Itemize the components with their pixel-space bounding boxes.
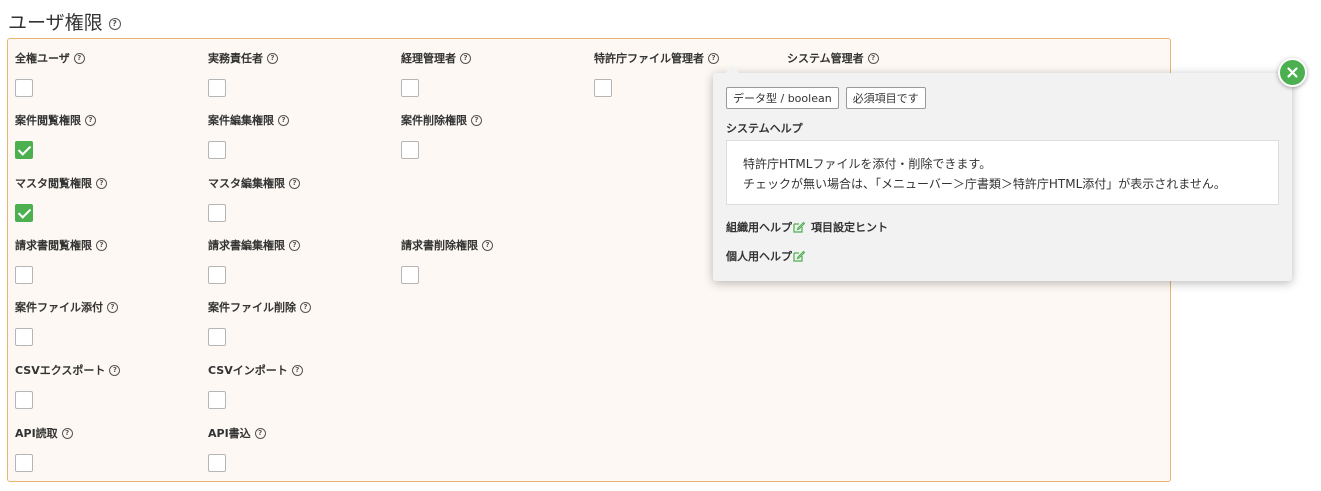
edit-icon[interactable] — [793, 221, 805, 233]
practice-manager-checkbox[interactable] — [208, 79, 226, 97]
field-csv-export: CSVエクスポート? — [15, 362, 121, 409]
case-file-attach-checkbox[interactable] — [15, 328, 33, 346]
field-case-delete: 案件削除権限? — [401, 112, 482, 159]
field-invoice-view: 請求書閲覧権限? — [15, 237, 107, 284]
personal-help-label: 個人用ヘルプ — [726, 250, 792, 263]
field-label: 特許庁ファイル管理者? — [594, 50, 719, 66]
field-accounting-manager: 経理管理者? — [401, 50, 471, 97]
field-label: 請求書閲覧権限? — [15, 237, 107, 253]
master-edit-checkbox[interactable] — [208, 204, 226, 222]
case-file-delete-checkbox[interactable] — [208, 328, 226, 346]
field-label: 案件閲覧権限? — [15, 112, 96, 128]
field-jpo-file-manager: 特許庁ファイル管理者? — [594, 50, 719, 97]
org-help-label: 組織用ヘルプ — [726, 221, 792, 234]
help-popover: データ型 / boolean 必須項目です システムヘルプ 特許庁HTMLファイ… — [713, 66, 1292, 281]
field-label: CSVインポート? — [208, 362, 303, 378]
page-title-text: ユーザ権限 — [8, 12, 103, 34]
help-icon[interactable]: ? — [708, 52, 719, 64]
field-case-file-delete: 案件ファイル削除? — [208, 299, 311, 346]
personal-help-row: 個人用ヘルプ — [726, 248, 805, 264]
org-help-row: 組織用ヘルプ 項目設定ヒント — [726, 219, 888, 235]
system-help-box: 特許庁HTMLファイルを添付・削除できます。 チェックが無い場合は、「メニューバ… — [726, 140, 1279, 205]
help-icon[interactable]: ? — [96, 239, 107, 251]
field-practice-manager: 実務責任者? — [208, 50, 278, 97]
help-icon[interactable]: ? — [289, 177, 300, 189]
field-invoice-delete: 請求書削除権限? — [401, 237, 493, 284]
accounting-manager-checkbox[interactable] — [401, 79, 419, 97]
close-popover-button[interactable] — [1278, 58, 1307, 87]
full-user-checkbox[interactable] — [15, 79, 33, 97]
api-read-checkbox[interactable] — [15, 454, 33, 472]
case-view-checkbox[interactable] — [15, 141, 33, 159]
field-label: 案件ファイル削除? — [208, 299, 311, 315]
field-label: マスタ閲覧権限? — [15, 175, 107, 191]
help-icon[interactable]: ? — [471, 114, 482, 126]
field-label: 経理管理者? — [401, 50, 471, 66]
jpo-file-manager-checkbox[interactable] — [594, 79, 612, 97]
help-icon[interactable]: ? — [73, 52, 85, 64]
help-icon[interactable]: ? — [108, 17, 121, 30]
field-case-edit: 案件編集権限? — [208, 112, 289, 159]
field-invoice-edit: 請求書編集権限? — [208, 237, 300, 284]
field-case-file-attach: 案件ファイル添付? — [15, 299, 118, 346]
field-label: 案件ファイル添付? — [15, 299, 118, 315]
field-label: 案件編集権限? — [208, 112, 289, 128]
help-icon[interactable]: ? — [96, 177, 107, 189]
help-icon[interactable]: ? — [300, 301, 311, 313]
help-text-line: 特許庁HTMLファイルを添付・削除できます。 — [743, 157, 992, 171]
csv-import-checkbox[interactable] — [208, 391, 226, 409]
page-title: ユーザ権限 ? — [8, 8, 121, 35]
field-label: システム管理者? — [787, 50, 879, 66]
field-label: 請求書削除権限? — [401, 237, 493, 253]
field-full-user: 全権ユーザ? — [15, 50, 85, 97]
invoice-view-checkbox[interactable] — [15, 266, 33, 284]
csv-export-checkbox[interactable] — [15, 391, 33, 409]
field-api-write: API書込? — [208, 425, 266, 472]
data-type-badge: データ型 / boolean — [726, 87, 839, 109]
edit-icon[interactable] — [793, 250, 805, 262]
help-icon[interactable]: ? — [107, 301, 118, 313]
field-label: API書込? — [208, 425, 266, 441]
help-text-line: チェックが無い場合は、「メニューバー＞庁書類＞特許庁HTML添付」が表示されませ… — [743, 177, 1226, 191]
field-csv-import: CSVインポート? — [208, 362, 303, 409]
field-api-read: API読取? — [15, 425, 73, 472]
help-icon[interactable]: ? — [278, 114, 289, 126]
required-badge: 必須項目です — [845, 87, 926, 109]
invoice-delete-checkbox[interactable] — [401, 266, 419, 284]
field-label: 案件削除権限? — [401, 112, 482, 128]
field-case-view: 案件閲覧権限? — [15, 112, 96, 159]
help-icon[interactable]: ? — [460, 52, 471, 64]
close-icon — [1287, 67, 1298, 78]
field-master-edit: マスタ編集権限? — [208, 175, 300, 222]
field-label: 請求書編集権限? — [208, 237, 300, 253]
help-icon[interactable]: ? — [867, 52, 879, 64]
help-icon[interactable]: ? — [61, 427, 73, 439]
field-label: 実務責任者? — [208, 50, 278, 66]
case-edit-checkbox[interactable] — [208, 141, 226, 159]
invoice-edit-checkbox[interactable] — [208, 266, 226, 284]
field-label: CSVエクスポート? — [15, 362, 121, 378]
field-label: 全権ユーザ? — [15, 50, 85, 66]
field-label: マスタ編集権限? — [208, 175, 300, 191]
system-help-title: システムヘルプ — [726, 122, 803, 135]
field-label: API読取? — [15, 425, 73, 441]
help-icon[interactable]: ? — [109, 364, 121, 376]
api-write-checkbox[interactable] — [208, 454, 226, 472]
field-master-view: マスタ閲覧権限? — [15, 175, 107, 222]
help-icon[interactable]: ? — [482, 239, 493, 251]
badge-group: データ型 / boolean 必須項目です — [726, 87, 926, 109]
help-icon[interactable]: ? — [254, 427, 266, 439]
org-help-hint: 項目設定ヒント — [811, 221, 888, 234]
case-delete-checkbox[interactable] — [401, 141, 419, 159]
help-icon[interactable]: ? — [267, 52, 278, 64]
help-icon[interactable]: ? — [85, 114, 96, 126]
help-icon[interactable]: ? — [291, 364, 303, 376]
help-icon[interactable]: ? — [289, 239, 300, 251]
master-view-checkbox[interactable] — [15, 204, 33, 222]
